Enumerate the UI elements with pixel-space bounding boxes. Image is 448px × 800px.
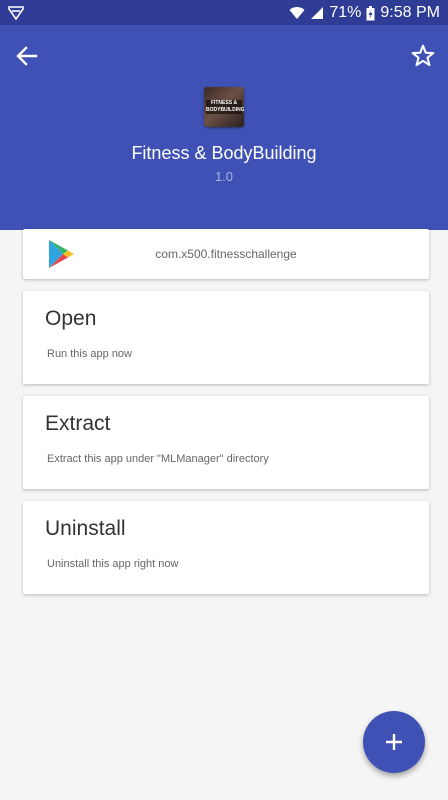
open-card[interactable]: Open Run this app now <box>23 291 429 384</box>
plus-icon <box>386 734 402 750</box>
package-name: com.x500.fitnesschallenge <box>155 247 297 261</box>
battery-icon <box>366 5 375 21</box>
star-icon[interactable] <box>410 43 436 69</box>
clock: 9:58 PM <box>380 4 440 21</box>
app-icon-text-1: FITNESS & <box>210 100 238 106</box>
uninstall-description: Uninstall this app right now <box>47 558 179 570</box>
back-arrow-icon[interactable] <box>14 43 40 69</box>
app-notification-icon <box>6 3 26 23</box>
extract-card[interactable]: Extract Extract this app under "MLManage… <box>23 396 429 489</box>
app-icon-text-2: BODYBUILDING <box>206 107 244 113</box>
extract-description: Extract this app under "MLManager" direc… <box>47 453 269 465</box>
uninstall-card[interactable]: Uninstall Uninstall this app right now <box>23 501 429 594</box>
app-header: FITNESS & BODYBUILDING Fitness & BodyBui… <box>0 25 448 230</box>
open-title: Open <box>45 307 97 330</box>
package-card[interactable]: com.x500.fitnesschallenge <box>23 229 429 279</box>
app-version: 1.0 <box>214 169 234 184</box>
open-description: Run this app now <box>47 348 132 360</box>
app-icon: FITNESS & BODYBUILDING <box>204 87 244 127</box>
status-bar: 71% 9:58 PM <box>0 0 448 25</box>
wifi-icon <box>289 6 305 20</box>
app-name: Fitness & BodyBuilding <box>131 143 317 163</box>
signal-icon <box>310 6 324 20</box>
add-fab-button[interactable] <box>363 711 425 773</box>
uninstall-title: Uninstall <box>45 517 126 540</box>
battery-percent: 71% <box>329 4 362 21</box>
extract-title: Extract <box>45 412 111 435</box>
